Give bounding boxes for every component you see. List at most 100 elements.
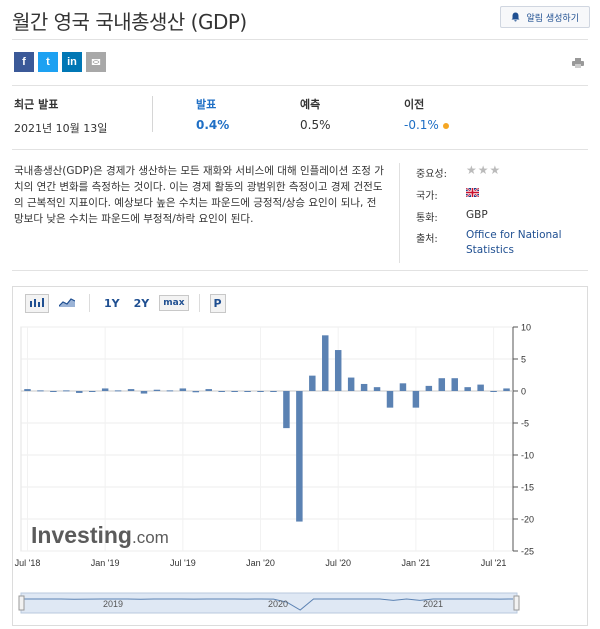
star-icon: ★ (466, 163, 478, 177)
uk-flag-icon (466, 188, 479, 197)
bar (334, 350, 342, 391)
source-link[interactable]: Office for National Statistics (466, 229, 562, 256)
bar (490, 391, 497, 392)
currency-value: GBP (466, 209, 488, 221)
watermark-suffix: .com (132, 528, 169, 547)
create-alert-button[interactable]: 알림 생성하기 (500, 6, 590, 28)
print-icon[interactable] (572, 58, 584, 68)
source-label: 출처: (416, 234, 438, 245)
bar (76, 391, 83, 393)
bar (257, 391, 264, 392)
divider (12, 270, 588, 271)
navigator-year-label: 2020 (268, 599, 288, 609)
bar (283, 391, 290, 429)
bar (63, 390, 70, 392)
bar (399, 383, 407, 391)
star-icon: ★ (489, 163, 502, 177)
email-share-icon[interactable]: ✉ (86, 52, 106, 72)
bar (231, 391, 238, 392)
bar (101, 388, 109, 391)
x-tick-label: Jul '18 (15, 558, 41, 568)
country-label: 국가: (416, 191, 438, 202)
y-tick-label: -10 (521, 451, 534, 461)
bar (503, 388, 510, 391)
importance-stars: ★★★ (466, 163, 501, 177)
bar (114, 390, 122, 392)
bar (412, 391, 420, 408)
bar (140, 391, 148, 394)
bar (179, 388, 187, 391)
y-tick-label: -25 (521, 547, 534, 557)
bar (296, 391, 303, 522)
source-link-line1[interactable]: Office for National (466, 229, 562, 241)
bar (451, 378, 458, 391)
bar (205, 389, 212, 391)
bar (218, 391, 225, 392)
x-tick-label: Jan '20 (246, 558, 275, 568)
y-tick-label: 0 (521, 387, 526, 397)
meta-separator (399, 163, 400, 263)
bar (166, 390, 174, 392)
bar (373, 387, 381, 391)
x-tick-label: Jul '19 (170, 558, 196, 568)
previous-label: 이전 (404, 98, 425, 111)
bar (24, 389, 31, 391)
gdp-bar-chart: 10 5 0 -5 -10 -15 -20 -25 Jul '18 Jan '19 Jul '19 J… (15, 323, 534, 614)
y-tick-label: -15 (521, 483, 534, 493)
forecast-stat: 예측 0.5% (300, 96, 331, 132)
y-tick-label: 10 (521, 323, 531, 333)
x-tick-label: Jul '20 (325, 558, 351, 568)
bar (192, 391, 200, 393)
navigator-handle-left (18, 595, 25, 611)
actual-stat: 발표 0.4% (196, 96, 229, 132)
actual-value: 0.4% (196, 118, 230, 132)
bar (438, 378, 446, 391)
bar (270, 391, 277, 392)
x-tick-label: Jul '21 (481, 558, 507, 568)
revision-dot-icon (442, 122, 449, 129)
latest-release-label: 최근 발표 (14, 98, 59, 111)
latest-release-date: 2021년 10월 13일 (14, 122, 108, 135)
bar (309, 375, 316, 391)
bar (360, 383, 368, 391)
twitter-share-icon[interactable]: t (38, 52, 58, 72)
watermark-brand: Investing (31, 522, 132, 548)
page-title: 월간 영국 국내총생산 (GDP) (12, 10, 247, 34)
divider (12, 85, 588, 86)
forecast-value: 0.5% (300, 118, 331, 132)
x-tick-label: Jan '21 (402, 558, 431, 568)
navigator-year-label: 2019 (103, 599, 123, 609)
y-tick-label: 5 (521, 355, 526, 365)
navigator-handle-right (513, 595, 520, 611)
bar (37, 390, 44, 392)
facebook-share-icon[interactable]: f (14, 52, 34, 72)
forecast-label: 예측 (300, 98, 321, 111)
bar (386, 391, 394, 408)
source-link-line2[interactable]: Statistics (466, 244, 562, 256)
currency-label: 통화: (416, 213, 438, 224)
actual-label: 발표 (196, 98, 217, 111)
star-icon: ★ (477, 163, 490, 177)
plot-area (20, 326, 514, 552)
bar (322, 335, 329, 391)
previous-value: -0.1% (404, 118, 439, 132)
latest-release: 최근 발표 2021년 10월 13일 (14, 96, 107, 136)
bar (477, 384, 484, 391)
bell-icon (511, 12, 520, 22)
bar (244, 391, 251, 392)
chart-panel: 1Y 2Y max P 10 5 0 -5 -10 -15 -20 -25 Jul '18 Jan… (12, 286, 588, 626)
linkedin-share-icon[interactable]: in (62, 52, 82, 72)
y-tick-label: -5 (521, 419, 529, 429)
bar (50, 391, 57, 392)
bar (127, 389, 135, 391)
stat-separator (152, 96, 153, 132)
previous-stat: 이전 -0.1% (404, 96, 449, 132)
divider (12, 149, 588, 150)
create-alert-label: 알림 생성하기 (526, 13, 579, 24)
bar (464, 387, 471, 391)
indicator-description: 국내총생산(GDP)은 경제가 생산하는 모든 재화와 서비스에 대해 인플레이… (14, 165, 384, 225)
bar (88, 391, 96, 392)
importance-label: 중요성: (416, 169, 447, 180)
bar (153, 389, 161, 391)
bar (425, 385, 433, 391)
